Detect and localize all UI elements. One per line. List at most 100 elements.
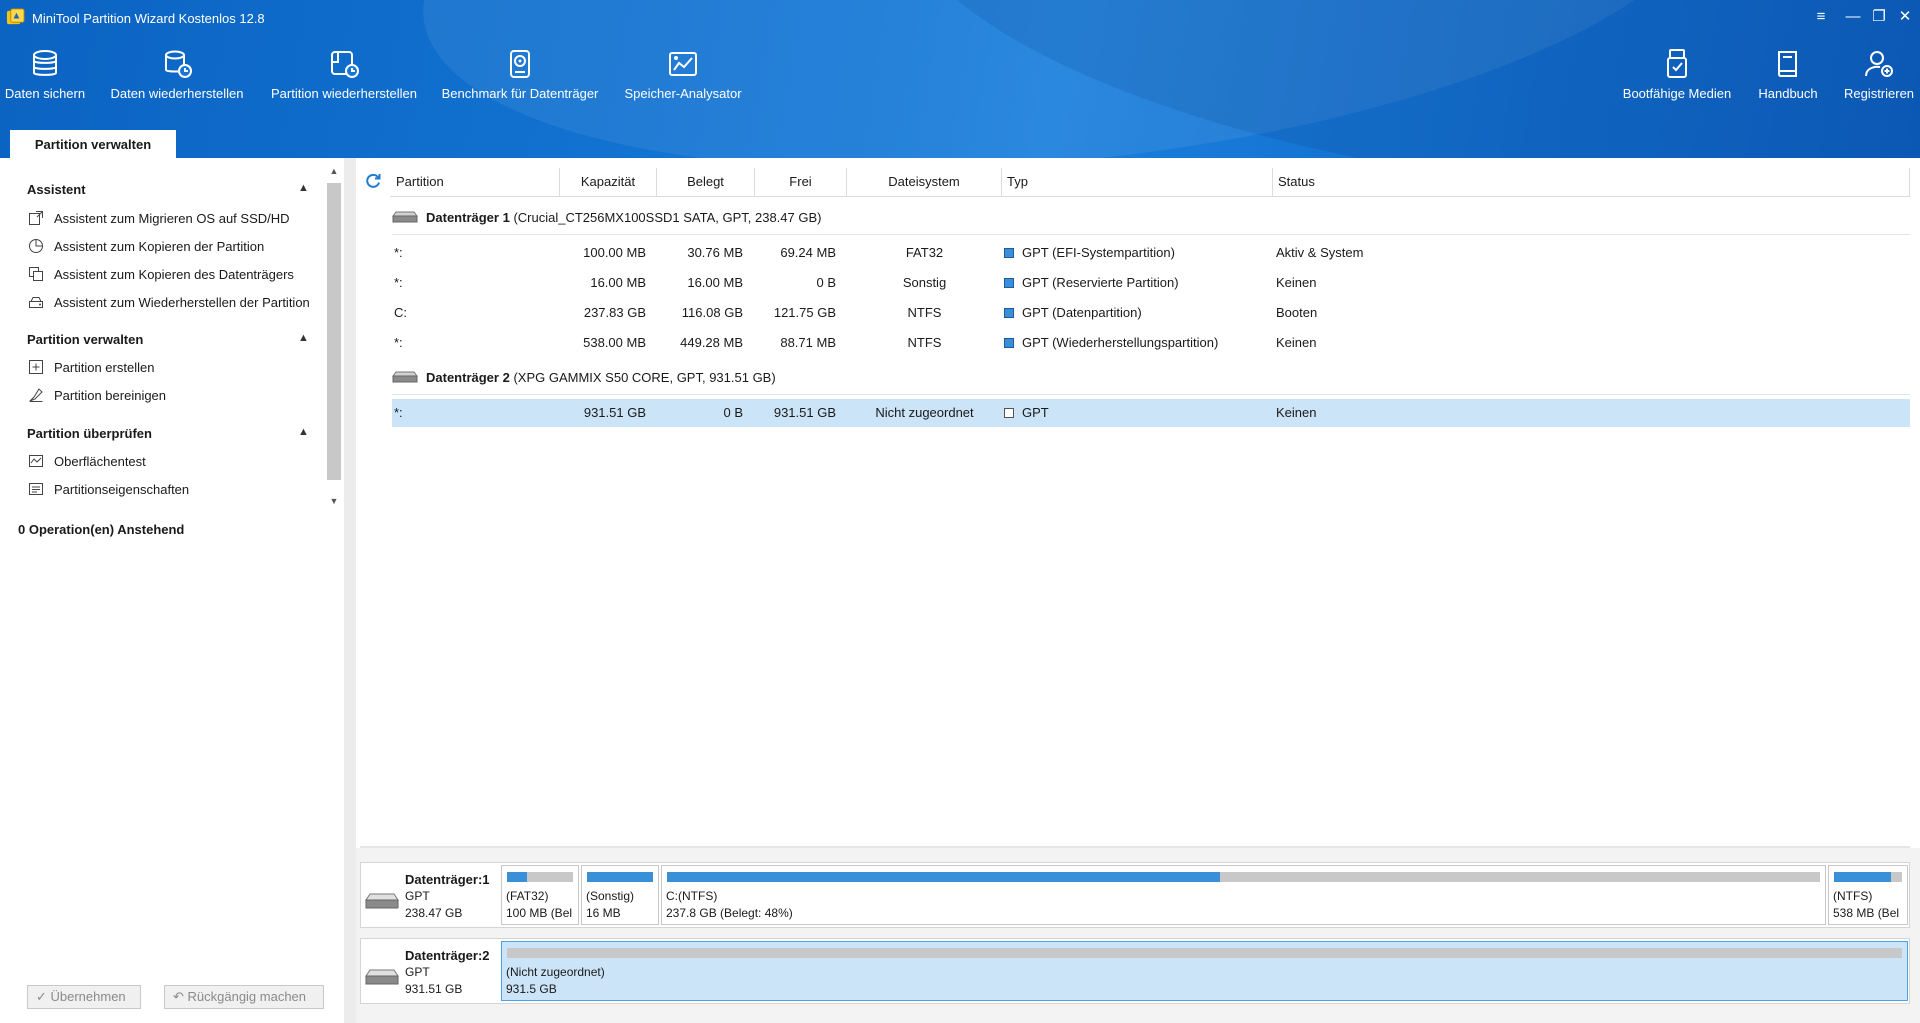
cell-filesystem: FAT32 <box>905 245 944 260</box>
diskmap-partition-selected[interactable]: (Nicht zugeordnet) 931.5 GB <box>501 941 1908 1001</box>
partition-fs: C:(NTFS) <box>666 889 718 903</box>
column-header-frei[interactable]: Frei <box>755 168 847 196</box>
cell-used: 30.76 MB <box>687 245 743 260</box>
cell-capacity: 931.51 GB <box>583 405 646 420</box>
table-row[interactable]: *: 100.00 MB 30.76 MB 69.24 MB FAT32 GPT… <box>392 239 1910 267</box>
sidebar-item-create-partition[interactable]: Partition erstellen <box>28 357 154 379</box>
surface-test-icon <box>29 455 43 467</box>
toolbar-label: Speicher-Analysator <box>624 86 742 101</box>
type-label: GPT (Reservierte Partition) <box>1022 275 1179 290</box>
diskmap-disk-size: 931.51 GB <box>405 982 463 996</box>
toolbar-handbuch-button[interactable]: Handbuch <box>1754 48 1822 114</box>
partition-size: 538 MB (Bel <box>1833 906 1900 920</box>
cell-free: 931.51 GB <box>773 405 836 420</box>
sidebar-item-surface-test[interactable]: Oberflächentest <box>28 451 146 473</box>
column-header-partition[interactable]: Partition <box>396 168 560 196</box>
cell-used: 449.28 MB <box>680 335 743 350</box>
apply-button[interactable]: ✓ Übernehmen <box>27 985 141 1009</box>
diskmap-disk-name: Datenträger:2 <box>405 948 490 963</box>
cell-free: 88.71 MB <box>780 335 836 350</box>
disk-drive-icon <box>365 969 399 985</box>
wipe-partition-icon <box>29 388 43 402</box>
table-row[interactable]: *: 538.00 MB 449.28 MB 88.71 MB NTFS GPT… <box>392 329 1910 357</box>
toolbar-label: Handbuch <box>1758 86 1818 101</box>
close-button[interactable]: ✕ <box>1892 6 1918 28</box>
refresh-icon[interactable] <box>364 172 382 190</box>
cell-partition: *: <box>394 405 403 420</box>
undo-button[interactable]: ↶ Rückgängig machen <box>164 985 324 1009</box>
scrollbar-thumb[interactable] <box>327 183 341 480</box>
restore-button[interactable]: ❐ <box>1866 6 1892 28</box>
minimize-button[interactable]: — <box>1840 6 1866 28</box>
disk-header-1[interactable]: Datenträger 1 (Crucial_CT256MX100SSD1 SA… <box>392 203 821 233</box>
partition-type-icon <box>1004 338 1014 348</box>
collapse-icon[interactable]: ▲ <box>298 182 309 194</box>
sidebar-item-properties[interactable]: Partitionseigenschaften <box>28 479 189 501</box>
cell-used: 116.08 GB <box>681 305 743 320</box>
usage-fill <box>667 872 1221 882</box>
toolbar-bootfaehige-medien-button[interactable]: Bootfähige Medien <box>1620 48 1734 114</box>
cell-partition: C: <box>394 305 407 320</box>
partition-size: 931.5 GB <box>506 982 557 996</box>
table-row-selected[interactable]: *: 931.51 GB 0 B 931.51 GB Nicht zugeord… <box>392 399 1910 427</box>
toolbar-daten-wiederherstellen-button[interactable]: Daten wiederherstellen <box>108 48 246 114</box>
toolbar-registrieren-button[interactable]: Registrieren <box>1838 48 1920 114</box>
create-partition-icon <box>29 360 43 374</box>
toolbar-speicher-analysator-button[interactable]: Speicher-Analysator <box>622 48 744 114</box>
diskmap-partition[interactable]: (Sonstig) 16 MB <box>581 865 659 925</box>
column-header-dateisystem[interactable]: Dateisystem <box>847 168 1002 196</box>
column-header-typ[interactable]: Typ <box>1002 168 1273 196</box>
cell-capacity: 237.83 GB <box>583 305 646 320</box>
partition-size: 237.8 GB (Belegt: 48%) <box>666 906 793 920</box>
sidebar-item-migrate-os[interactable]: Assistent zum Migrieren OS auf SSD/HD <box>28 208 290 230</box>
disk-detail: (XPG GAMMIX S50 CORE, GPT, 931.51 GB) <box>513 370 776 385</box>
sidebar-item-label: Assistent zum Kopieren der Partition <box>54 239 265 254</box>
diskmap-disk-style: GPT <box>405 889 430 903</box>
toolbar-label: Daten wiederherstellen <box>110 86 244 101</box>
cell-filesystem: NTFS <box>907 305 942 320</box>
disk-name: Datenträger 2 <box>426 370 510 385</box>
toolbar-daten-sichern-button[interactable]: Daten sichern <box>4 48 86 114</box>
sidebar-item-copy-partition[interactable]: Assistent zum Kopieren der Partition <box>28 236 264 258</box>
partition-recovery-icon <box>331 51 359 78</box>
table-row[interactable]: *: 16.00 MB 16.00 MB 0 B Sonstig GPT (Re… <box>392 269 1910 297</box>
column-header-kapazitaet[interactable]: Kapazität <box>560 168 657 196</box>
cell-used: 16.00 MB <box>687 275 743 290</box>
data-recovery-icon <box>165 50 192 78</box>
collapse-icon[interactable]: ▲ <box>298 426 309 438</box>
disk-drive-icon <box>365 893 399 909</box>
usage-fill <box>1834 872 1892 882</box>
migrate-os-icon <box>29 211 43 225</box>
sidebar-item-copy-disk[interactable]: Assistent zum Kopieren des Datenträgers <box>28 264 294 286</box>
diskmap-partition[interactable]: C:(NTFS) 237.8 GB (Belegt: 48%) <box>661 865 1826 925</box>
diskmap-row-2[interactable]: Datenträger:2 GPT 931.51 GB (Nicht zugeo… <box>360 938 1910 1004</box>
column-header-status[interactable]: Status <box>1273 168 1910 196</box>
diskmap-partition[interactable]: (NTFS) 538 MB (Bel <box>1828 865 1908 925</box>
tab-partition-verwalten[interactable]: Partition verwalten <box>10 130 176 158</box>
disk-drive-icon <box>392 211 418 223</box>
column-header-belegt[interactable]: Belegt <box>657 168 755 196</box>
scroll-up-icon[interactable]: ▲ <box>326 166 342 176</box>
partition-fs: (NTFS) <box>1833 889 1873 903</box>
toolbar-label: Bootfähige Medien <box>1622 86 1732 101</box>
partition-size: 100 MB (Bel <box>506 906 573 920</box>
usage-fill <box>507 872 528 882</box>
menu-icon[interactable]: ≡ <box>1808 6 1834 28</box>
diskmap-row-1[interactable]: Datenträger:1 GPT 238.47 GB (FAT32) 100 … <box>360 862 1910 928</box>
usage-bar <box>507 948 1902 958</box>
disk-header-2[interactable]: Datenträger 2 (XPG GAMMIX S50 CORE, GPT,… <box>392 363 776 393</box>
diskmap-disk-size: 238.47 GB <box>405 906 463 920</box>
collapse-icon[interactable]: ▲ <box>298 332 309 344</box>
toolbar-benchmark-button[interactable]: Benchmark für Datenträger <box>440 48 600 114</box>
sidebar-scrollbar[interactable]: ▲ ▼ <box>326 166 342 511</box>
sidebar-item-wipe-partition[interactable]: Partition bereinigen <box>28 385 166 407</box>
scroll-down-icon[interactable]: ▼ <box>326 496 342 506</box>
sidebar-item-label: Partitionseigenschaften <box>54 482 190 497</box>
diskmap-partition[interactable]: (FAT32) 100 MB (Bel <box>501 865 579 925</box>
toolbar-partition-wiederherstellen-button[interactable]: Partition wiederherstellen <box>268 48 420 114</box>
table-row[interactable]: C: 237.83 GB 116.08 GB 121.75 GB NTFS GP… <box>392 299 1910 327</box>
cell-status: Keinen <box>1276 405 1317 420</box>
pane-splitter[interactable] <box>360 846 1910 848</box>
sidebar-item-restore-partition[interactable]: Assistent zum Wiederherstellen der Parti… <box>28 292 310 314</box>
sidebar-item-label: Oberflächentest <box>54 454 146 469</box>
